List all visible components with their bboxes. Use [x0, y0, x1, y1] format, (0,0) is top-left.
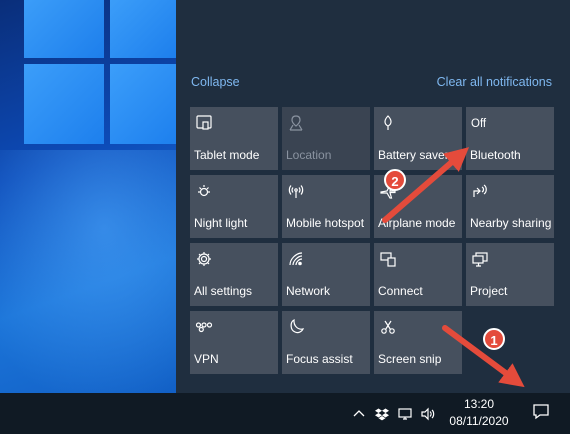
screen-snip-icon: [379, 318, 397, 336]
tile-label: Night light: [194, 216, 248, 230]
taskbar-clock[interactable]: 13:20 08/11/2020: [446, 396, 512, 430]
collapse-link[interactable]: Collapse: [191, 75, 240, 89]
tile-label: Airplane mode: [378, 216, 456, 230]
network-tile[interactable]: Network: [282, 243, 370, 306]
connect-tile[interactable]: Connect: [374, 243, 462, 306]
night-light-icon: [195, 182, 213, 200]
mobile-hotspot-tile[interactable]: Mobile hotspot: [282, 175, 370, 238]
action-center: Collapse Clear all notifications Tablet …: [176, 0, 570, 393]
connect-icon: [379, 250, 397, 268]
project-tile[interactable]: Project: [466, 243, 554, 306]
tile-label: Screen snip: [378, 352, 442, 366]
nearby-sharing-icon: [471, 182, 489, 200]
focus-assist-tile[interactable]: Focus assist: [282, 311, 370, 374]
tablet-mode-tile[interactable]: Tablet mode: [190, 107, 278, 170]
tile-label: Mobile hotspot: [286, 216, 365, 230]
all-settings-tile[interactable]: All settings: [190, 243, 278, 306]
system-tray: [351, 393, 443, 434]
tile-label: Project: [470, 284, 508, 298]
tile-label: Connect: [378, 284, 423, 298]
tile-label: All settings: [194, 284, 253, 298]
chevron-up-icon[interactable]: [351, 406, 367, 422]
clock-date: 08/11/2020: [449, 414, 509, 428]
tile-label: Tablet mode: [194, 148, 260, 162]
tablet-mode-icon: [195, 114, 213, 132]
bluetooth-tile[interactable]: Off Bluetooth: [466, 107, 554, 170]
tile-label: Nearby sharing: [470, 216, 552, 230]
gear-icon: [195, 250, 213, 268]
bluetooth-state: Off: [471, 118, 487, 130]
network-icon: [287, 250, 305, 268]
tile-label: VPN: [194, 352, 219, 366]
taskbar: 13:20 08/11/2020: [0, 393, 570, 434]
tile-label: Focus assist: [286, 352, 353, 366]
nearby-sharing-tile[interactable]: Nearby sharing: [466, 175, 554, 238]
location-icon: [287, 114, 305, 132]
annotation-badge-1: 1: [483, 328, 505, 350]
tile-label: Bluetooth: [470, 148, 521, 162]
location-tile[interactable]: Location: [282, 107, 370, 170]
night-light-tile[interactable]: Night light: [190, 175, 278, 238]
vpn-icon: [195, 318, 213, 336]
battery-saver-icon: [379, 114, 397, 132]
screen-snip-tile[interactable]: Screen snip: [374, 311, 462, 374]
desktop-wallpaper: [0, 0, 176, 393]
clock-time: 13:20: [463, 397, 495, 411]
vpn-tile[interactable]: VPN: [190, 311, 278, 374]
volume-icon[interactable]: [420, 406, 436, 422]
mobile-hotspot-icon: [287, 182, 305, 200]
action-center-header: Collapse Clear all notifications: [191, 75, 552, 91]
tile-label: Network: [286, 284, 331, 298]
clear-all-notifications-link[interactable]: Clear all notifications: [437, 75, 552, 89]
network-icon[interactable]: [397, 406, 413, 422]
tile-label: Location: [286, 148, 332, 162]
tile-label: Battery saver: [378, 148, 449, 162]
moon-icon: [287, 318, 305, 336]
project-icon: [471, 250, 489, 268]
annotation-badge-2: 2: [384, 169, 406, 191]
dropbox-icon[interactable]: [374, 406, 390, 422]
notification-icon: [533, 404, 549, 420]
notification-button[interactable]: [530, 400, 552, 422]
battery-saver-tile[interactable]: Battery saver: [374, 107, 462, 170]
